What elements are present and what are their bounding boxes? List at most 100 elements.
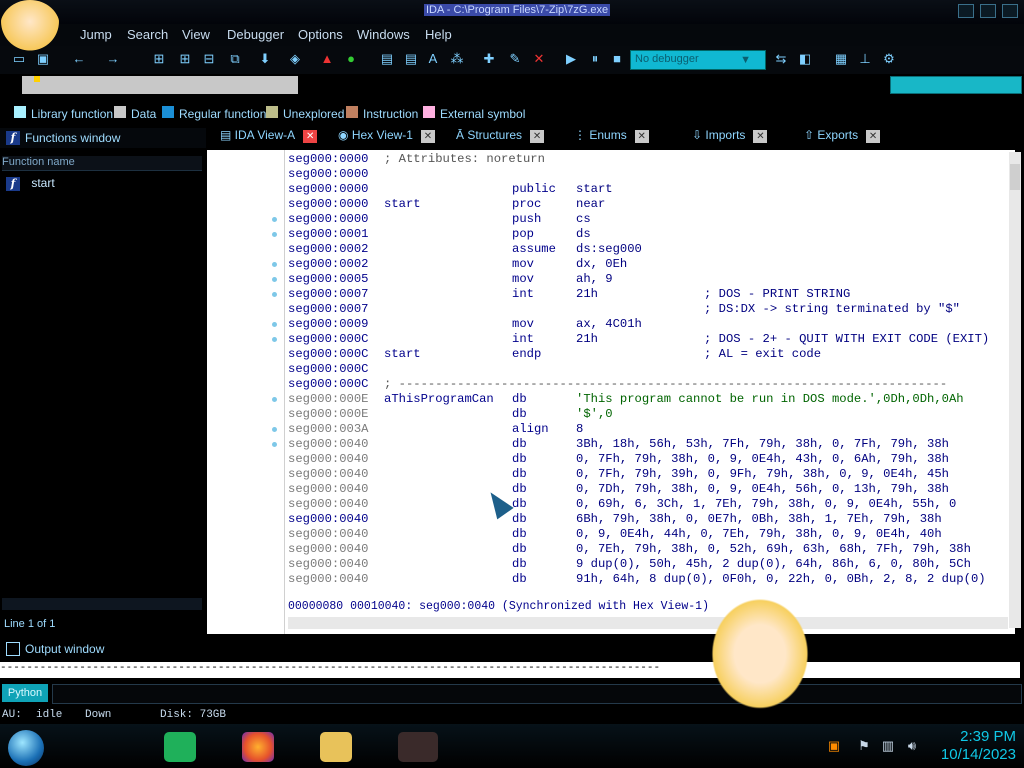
menu-view[interactable]: View [182, 27, 210, 42]
disasm-line[interactable]: seg000:000C ; ---------------------------… [288, 377, 1008, 392]
disasm-line[interactable]: seg000:0009 mov ax, 4C01h [288, 317, 1008, 332]
disasm-line[interactable]: seg000:0040 db 0, 9, 0E4h, 44h, 0, 7Eh, 79… [288, 527, 1008, 542]
tab-structures[interactable]: Ā Structures ✕ [456, 128, 545, 148]
back-icon[interactable]: ← [70, 50, 88, 68]
function-name-column-header[interactable]: Function name [2, 156, 202, 171]
navigation-overview[interactable] [890, 76, 1022, 94]
tool-icon-12[interactable]: ⚙ [880, 50, 898, 68]
disasm-line[interactable]: seg000:0002 assume ds:seg000 [288, 242, 1008, 257]
disasm-line[interactable]: seg000:0040 db 9 dup(0), 50h, 45h, 2 dup(0… [288, 557, 1008, 572]
green-circle-icon[interactable]: ● [342, 50, 360, 68]
close-icon[interactable]: ✕ [303, 130, 318, 143]
disasm-line[interactable]: seg000:0000 push cs [288, 212, 1008, 227]
disasm-line[interactable]: seg000:0002 mov dx, 0Eh [288, 257, 1008, 272]
menu-windows[interactable]: Windows [357, 27, 410, 42]
flag-icon[interactable]: ⚑ [856, 738, 872, 754]
image-viewer-icon[interactable] [398, 732, 438, 762]
disasm-line[interactable]: seg000:0040 db 0, 7Eh, 79h, 38h, 0, 52h, 6… [288, 542, 1008, 557]
menu-options[interactable]: Options [298, 27, 343, 42]
disasm-line[interactable]: seg000:0000 public start [288, 182, 1008, 197]
tool-icon-8[interactable]: ⇆ [772, 50, 790, 68]
maximize-button[interactable] [980, 4, 996, 18]
debugger-select[interactable]: No debugger ▼ [630, 50, 766, 70]
tool-icon-6[interactable]: ⁂ [448, 50, 466, 68]
disasm-line[interactable]: seg000:000C int 21h ; DOS - 2+ - QUIT WITH … [288, 332, 1008, 347]
python-button[interactable]: Python [2, 684, 48, 702]
network-icon[interactable]: ▥ [880, 738, 896, 754]
disasm-line[interactable]: seg000:0000 [288, 167, 1008, 182]
functions-scrollbar[interactable] [2, 598, 202, 610]
disasm-line[interactable]: seg000:0007 ; DS:DX -> string terminated … [288, 302, 1008, 317]
code-icon[interactable]: ▤ [378, 50, 396, 68]
disasm-line[interactable]: seg000:0040 db 6Bh, 79h, 38h, 0, 0E7h, 0Bh… [288, 512, 1008, 527]
ascii-icon[interactable]: A [424, 50, 442, 68]
download-icon[interactable]: ⬇ [256, 50, 274, 68]
disasm-line[interactable]: seg000:0040 db 0, 7Dh, 79h, 38h, 0, 9, 0E4… [288, 482, 1008, 497]
close-icon[interactable]: ✕ [753, 130, 768, 143]
start-orb[interactable] [8, 730, 44, 766]
disasm-line[interactable]: seg000:003A align 8 [288, 422, 1008, 437]
notes-app-icon[interactable] [164, 732, 196, 762]
disasm-line[interactable]: seg000:0040 db 0, 7Fh, 79h, 38h, 0, 9, 0E4… [288, 452, 1008, 467]
close-icon[interactable]: ✕ [530, 130, 545, 143]
data-icon[interactable]: ▤ [402, 50, 420, 68]
line-marker-dot [272, 232, 277, 237]
tab-hex-view-1[interactable]: ◉ Hex View-1 ✕ [338, 128, 435, 148]
disassembly-vertical-scrollbar[interactable] [1009, 152, 1021, 628]
disasm-line[interactable]: seg000:000E aThisProgramCan db 'This progra… [288, 392, 1008, 407]
minimize-button[interactable] [958, 4, 974, 18]
menu-jump[interactable]: Jump [80, 27, 112, 42]
clock[interactable]: 2:39 PM 10/14/2023 [920, 728, 1016, 764]
pause-icon[interactable]: ⏸ [586, 50, 604, 68]
disasm-line[interactable]: seg000:0005 mov ah, 9 [288, 272, 1008, 287]
volume-icon[interactable]: 🔊︎ [904, 738, 920, 754]
disasm-line[interactable]: seg000:0000 ; Attributes: noreturn [288, 152, 1008, 167]
disassembly-horizontal-scrollbar[interactable] [288, 617, 1008, 629]
disassembly-listing[interactable]: seg000:0000; Attributes: noreturn seg000:… [288, 152, 1008, 592]
disasm-line[interactable]: seg000:000C [288, 362, 1008, 377]
command-input[interactable] [52, 684, 1022, 704]
scrollbar-thumb[interactable] [1010, 164, 1020, 190]
menu-search[interactable]: Search [127, 27, 168, 42]
delete-icon[interactable]: ✕ [530, 50, 548, 68]
tool-icon-7[interactable]: ✚ [480, 50, 498, 68]
close-button[interactable] [1002, 4, 1018, 18]
disasm-line[interactable]: seg000:0007 int 21h ; DOS - PRINT STRING [288, 287, 1008, 302]
close-icon[interactable]: ✕ [634, 130, 649, 143]
tray-app-icon[interactable]: ▣ [826, 738, 842, 754]
menu-help[interactable]: Help [425, 27, 452, 42]
disasm-line[interactable]: seg000:0040 db 3Bh, 18h, 56h, 53h, 7Fh, 79… [288, 437, 1008, 452]
file-explorer-icon[interactable] [320, 732, 352, 762]
disasm-line[interactable]: seg000:0040 db 0, 7Fh, 79h, 39h, 0, 9Fh, 7… [288, 467, 1008, 482]
tab-enums[interactable]: ⋮ Enums ✕ [574, 128, 649, 148]
disasm-line[interactable]: seg000:0001 pop ds [288, 227, 1008, 242]
disasm-line[interactable]: seg000:000E db '$',0 [288, 407, 1008, 422]
firefox-icon[interactable] [242, 732, 274, 762]
tool-icon-1[interactable]: ⊞ [150, 50, 168, 68]
tool-icon-3[interactable]: ⊟ [200, 50, 218, 68]
tool-icon-9[interactable]: ◧ [796, 50, 814, 68]
disasm-line[interactable]: seg000:000C start endp ; AL = exit code [288, 347, 1008, 362]
play-icon[interactable]: ▶ [562, 50, 580, 68]
disasm-line[interactable]: seg000:0040 db 0, 69h, 6, 3Ch, 1, 7Eh, 79h… [288, 497, 1008, 512]
forward-icon[interactable]: → [104, 50, 122, 68]
tool-icon-10[interactable]: ▦ [832, 50, 850, 68]
close-icon[interactable]: ✕ [420, 130, 435, 143]
edit-icon[interactable]: ✎ [506, 50, 524, 68]
tab-imports[interactable]: ⇩ Imports ✕ [692, 128, 768, 148]
function-row[interactable]: f start [6, 176, 196, 192]
disasm-line[interactable]: seg000:0000 start proc near [288, 197, 1008, 212]
tab-ida-view-a[interactable]: ▤ IDA View-A ✕ [220, 128, 318, 148]
warning-icon[interactable]: ▲ [318, 50, 336, 68]
navigation-bar[interactable] [22, 76, 298, 94]
tool-icon-4[interactable]: ⧉ [226, 50, 244, 68]
close-icon[interactable]: ✕ [866, 130, 881, 143]
menu-debugger[interactable]: Debugger [227, 27, 284, 42]
line-mnemonic: db [512, 497, 527, 511]
tab-exports[interactable]: ⇧ Exports ✕ [804, 128, 881, 148]
disasm-line[interactable]: seg000:0040 db 91h, 64h, 8 dup(0), 0F0h, 0… [288, 572, 1008, 587]
stop-icon[interactable]: ■ [608, 50, 626, 68]
tool-icon-2[interactable]: ⊞ [176, 50, 194, 68]
tool-icon-5[interactable]: ◈ [286, 50, 304, 68]
tool-icon-11[interactable]: ⊥ [856, 50, 874, 68]
